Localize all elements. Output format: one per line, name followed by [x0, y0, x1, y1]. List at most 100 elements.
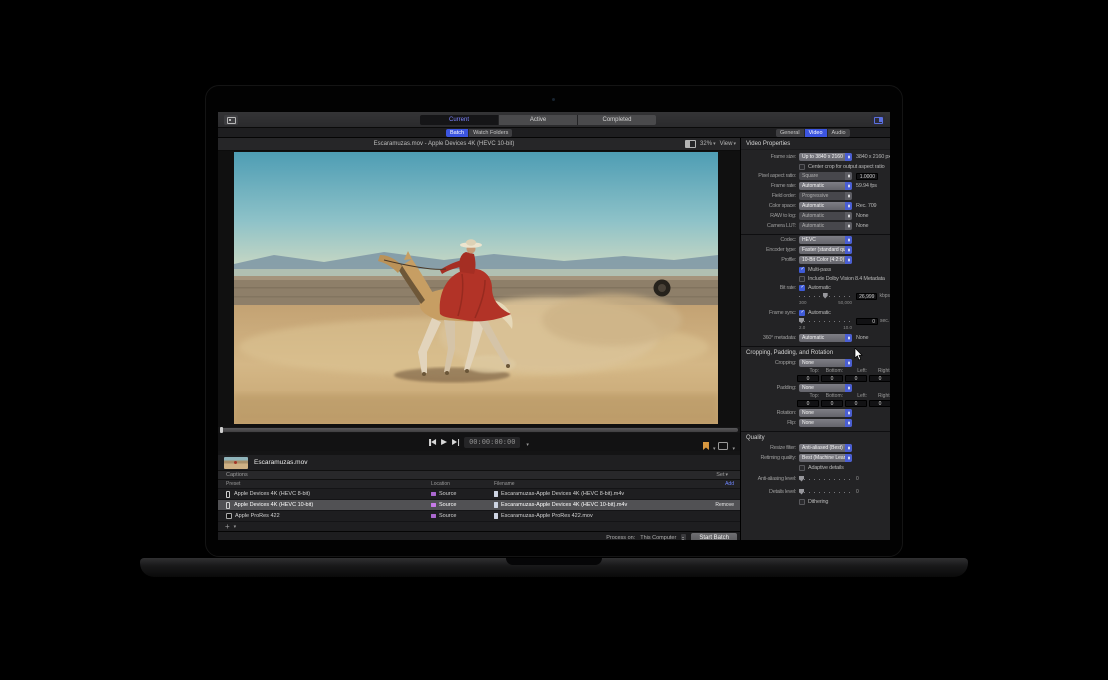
- center-crop-checkbox[interactable]: [799, 164, 805, 170]
- padding-label: Padding:: [741, 385, 799, 391]
- slider-thumb[interactable]: [823, 293, 828, 299]
- chevron-updown-icon: [845, 256, 852, 264]
- chevron-updown-icon: [845, 202, 852, 210]
- zoom-level-dropdown[interactable]: 32%: [700, 141, 716, 147]
- captions-set-dropdown[interactable]: Set: [716, 472, 728, 478]
- camera-lut-detail: None: [856, 223, 868, 229]
- resize-filter-popup[interactable]: Anti-aliased (Best): [799, 444, 852, 452]
- tab-active[interactable]: Active: [499, 115, 578, 125]
- crop-left-field[interactable]: 0: [845, 375, 867, 382]
- color-space-popup[interactable]: Automatic: [799, 202, 852, 210]
- device-icon: [226, 491, 230, 498]
- add-output-link[interactable]: Add: [725, 481, 734, 487]
- bit-rate-auto-checkbox[interactable]: [799, 285, 805, 291]
- video-frame[interactable]: [234, 152, 718, 424]
- timecode-display[interactable]: 00:00:00:00: [464, 437, 520, 448]
- profile-value: 10-Bit Color (4:2:0): [799, 257, 845, 263]
- frame-sync-auto-checkbox[interactable]: [799, 310, 805, 316]
- bookmark-icon[interactable]: [703, 442, 709, 450]
- adaptive-details-checkbox[interactable]: [799, 465, 805, 471]
- table-row[interactable]: Apple Devices 4K (HEVC 8-bit) Source Esc…: [218, 488, 740, 499]
- cropping-popup[interactable]: None: [799, 359, 852, 367]
- compare-view-icon[interactable]: [685, 140, 696, 148]
- details-level-slider[interactable]: [799, 492, 852, 493]
- batch-job-row[interactable]: Escaramuzas.mov: [218, 455, 740, 470]
- center-crop-label: Center crop for output aspect ratio: [808, 164, 884, 170]
- chevron-updown-icon: [845, 246, 852, 254]
- mouse-cursor: [854, 348, 863, 361]
- view-dropdown[interactable]: View: [720, 141, 736, 147]
- dithering-label: Dithering: [808, 499, 828, 505]
- preview-pane: Escaramuzas.mov - Apple Devices 4K (HEVC…: [218, 138, 740, 540]
- dithering-checkbox[interactable]: [799, 499, 805, 505]
- tab-completed[interactable]: Completed: [578, 115, 656, 125]
- crop-top-field[interactable]: 0: [797, 375, 819, 382]
- frame-sync-field[interactable]: 0: [856, 318, 878, 325]
- add-job-dropdown-chevron[interactable]: [233, 524, 237, 530]
- anti-aliasing-value: 0: [856, 476, 859, 482]
- metadata-360-value: Automatic: [799, 335, 845, 341]
- tab-general[interactable]: General: [776, 129, 805, 137]
- bookmark-dropdown-chevron[interactable]: [712, 437, 716, 455]
- slider-thumb[interactable]: [799, 476, 804, 482]
- dolby-vision-label: Include Dolby Vision 8.4 Metadata: [808, 276, 885, 282]
- dolby-vision-checkbox[interactable]: [799, 276, 805, 282]
- status-segmented-control: Current Active Completed: [420, 115, 656, 125]
- add-job-button[interactable]: +: [225, 522, 230, 531]
- pixel-aspect-field[interactable]: 1.0000: [856, 173, 878, 180]
- process-on-stepper[interactable]: [681, 534, 686, 541]
- bit-rate-field[interactable]: 26,999: [856, 293, 878, 300]
- codec-popup[interactable]: HEVC: [799, 236, 852, 244]
- pad-bottom-field[interactable]: 0: [821, 400, 843, 407]
- encoder-type-value: Faster (standard qua...: [799, 247, 845, 253]
- table-row[interactable]: Apple ProRes 422 Source Escaramuzas-Appl…: [218, 510, 740, 521]
- frame-rate-detail: 59.94 fps: [856, 183, 877, 189]
- flip-popup[interactable]: None: [799, 419, 852, 427]
- pad-top-field[interactable]: 0: [797, 400, 819, 407]
- slider-thumb[interactable]: [799, 318, 804, 324]
- tab-watch-folders[interactable]: Watch Folders: [469, 129, 512, 137]
- slider-thumb[interactable]: [799, 489, 804, 495]
- caption-dropdown-chevron[interactable]: [731, 437, 735, 455]
- frame-size-value: Up to 3840 x 2160: [799, 154, 845, 160]
- tab-audio[interactable]: Audio: [828, 129, 850, 137]
- profile-popup[interactable]: 10-Bit Color (4:2:0): [799, 256, 852, 264]
- caption-bubble-icon[interactable]: [718, 442, 728, 450]
- metadata-360-popup[interactable]: Automatic: [799, 334, 852, 342]
- crop-bottom-field[interactable]: 0: [821, 375, 843, 382]
- start-batch-button[interactable]: Start Batch: [691, 533, 737, 540]
- retiming-quality-popup[interactable]: Best (Machine Learni...: [799, 454, 852, 462]
- raw-to-log-popup: Automatic: [799, 212, 852, 220]
- preview-toggle-button[interactable]: [224, 115, 238, 125]
- tab-batch[interactable]: Batch: [446, 129, 469, 137]
- table-row-selected[interactable]: Apple Devices 4K (HEVC 10-bit) Source Es…: [218, 499, 740, 510]
- center-crop-row: Center crop for output aspect ratio: [741, 162, 890, 171]
- next-frame-button[interactable]: [452, 439, 459, 446]
- bit-rate-slider[interactable]: [799, 296, 852, 297]
- anti-aliasing-slider[interactable]: [799, 479, 852, 480]
- remove-output-link[interactable]: Remove: [715, 502, 734, 508]
- play-button[interactable]: [441, 439, 447, 445]
- rotation-popup[interactable]: None: [799, 409, 852, 417]
- captions-label: Captions: [226, 472, 248, 478]
- frame-size-popup[interactable]: Up to 3840 x 2160: [799, 153, 852, 161]
- padding-popup[interactable]: None: [799, 384, 852, 392]
- timecode-dropdown-chevron[interactable]: [525, 433, 529, 451]
- captions-row[interactable]: Captions Set: [218, 470, 740, 480]
- tab-current[interactable]: Current: [420, 115, 499, 125]
- location-value: Source: [439, 502, 456, 508]
- pad-left-field[interactable]: 0: [845, 400, 867, 407]
- crop-right-field[interactable]: 0: [869, 375, 890, 382]
- previous-frame-button[interactable]: [429, 439, 436, 446]
- tab-video[interactable]: Video: [805, 129, 828, 137]
- frame-sync-slider[interactable]: [799, 321, 852, 322]
- multi-pass-checkbox[interactable]: [799, 267, 805, 273]
- inspector-toggle-button[interactable]: [871, 115, 885, 125]
- right-label: Right:: [869, 368, 890, 374]
- cropping-label: Cropping:: [741, 360, 799, 366]
- pad-right-field[interactable]: 0: [869, 400, 890, 407]
- frame-rate-popup[interactable]: Automatic: [799, 182, 852, 190]
- profile-label: Profile:: [741, 257, 799, 263]
- encoder-type-popup[interactable]: Faster (standard qua...: [799, 246, 852, 254]
- scrubber-track[interactable]: [220, 428, 738, 432]
